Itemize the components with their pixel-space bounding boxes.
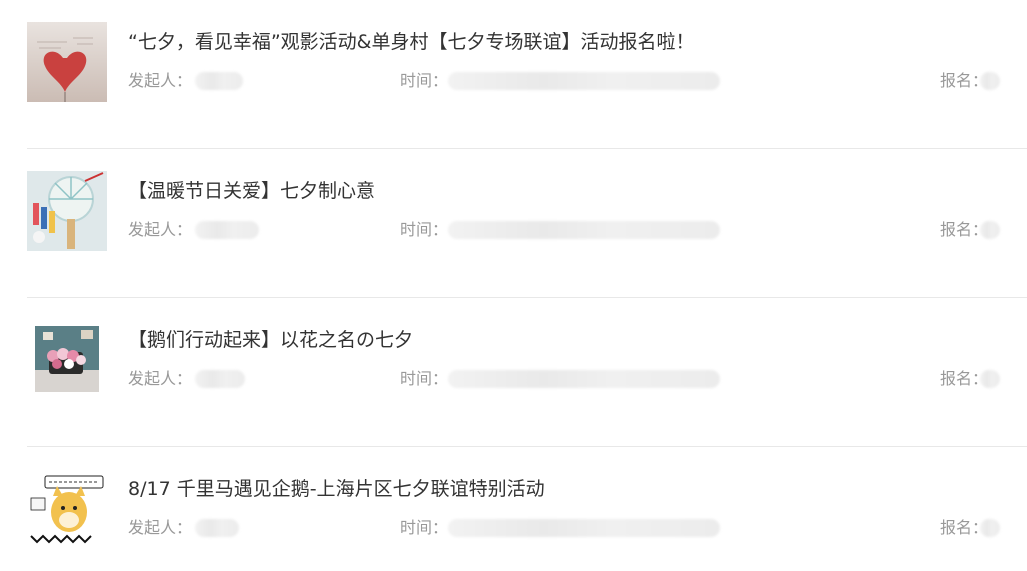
event-list-item[interactable]: 【温暖节日关爱】七夕制心意 发起人： 时间： 报名： xyxy=(0,149,1027,298)
time-label: 时间： xyxy=(400,220,449,239)
time-value-blurred xyxy=(448,519,720,537)
signup-count-blurred xyxy=(980,370,1000,388)
organizer-label: 发起人： xyxy=(128,369,193,388)
time-label: 时间： xyxy=(400,518,449,537)
time-value-blurred xyxy=(448,370,720,388)
organizer-label: 发起人： xyxy=(128,518,193,537)
signup-count-blurred xyxy=(980,221,1000,239)
event-title[interactable]: 【温暖节日关爱】七夕制心意 xyxy=(128,178,375,204)
heart-balloon-image[interactable] xyxy=(27,22,107,102)
heart-balloon-thumbnail xyxy=(27,22,107,102)
event-title[interactable]: 【鹅们行动起来】以花之名の七夕 xyxy=(128,327,413,353)
time-value-blurred xyxy=(448,72,720,90)
organizer-name-blurred xyxy=(195,221,259,239)
flower-basket-image[interactable] xyxy=(35,326,99,392)
paint-fan-thumbnail xyxy=(27,171,107,251)
paint-fan-image[interactable] xyxy=(27,171,107,251)
signup-count-blurred xyxy=(980,519,1000,537)
event-list-item[interactable]: 【鹅们行动起来】以花之名の七夕 发起人： 时间： 报名： xyxy=(0,298,1027,447)
organizer-name-blurred xyxy=(195,519,239,537)
time-value-blurred xyxy=(448,221,720,239)
event-list-item[interactable]: “七夕，看见幸福”观影活动&单身村【七夕专场联谊】活动报名啦！ 发起人： 时间：… xyxy=(0,0,1027,149)
time-label: 时间： xyxy=(400,369,449,388)
flower-basket-thumbnail xyxy=(35,326,99,392)
event-title[interactable]: 8/17 千里马遇见企鹅-上海片区七夕联谊特别活动 xyxy=(128,476,545,502)
time-label: 时间： xyxy=(400,71,449,90)
event-list-item[interactable]: 8/17 千里马遇见企鹅-上海片区七夕联谊特别活动 发起人： 时间： 报名： xyxy=(0,447,1027,571)
organizer-label: 发起人： xyxy=(128,220,193,239)
event-list: “七夕，看见幸福”观影活动&单身村【七夕专场联谊】活动报名啦！ 发起人： 时间：… xyxy=(0,0,1027,571)
organizer-label: 发起人： xyxy=(128,71,193,90)
shiba-cartoon-thumbnail xyxy=(27,468,107,548)
organizer-name-blurred xyxy=(195,370,245,388)
shiba-cartoon-image[interactable] xyxy=(27,468,107,548)
event-title[interactable]: “七夕，看见幸福”观影活动&单身村【七夕专场联谊】活动报名啦！ xyxy=(128,29,695,55)
signup-count-blurred xyxy=(980,72,1000,90)
organizer-name-blurred xyxy=(195,72,243,90)
